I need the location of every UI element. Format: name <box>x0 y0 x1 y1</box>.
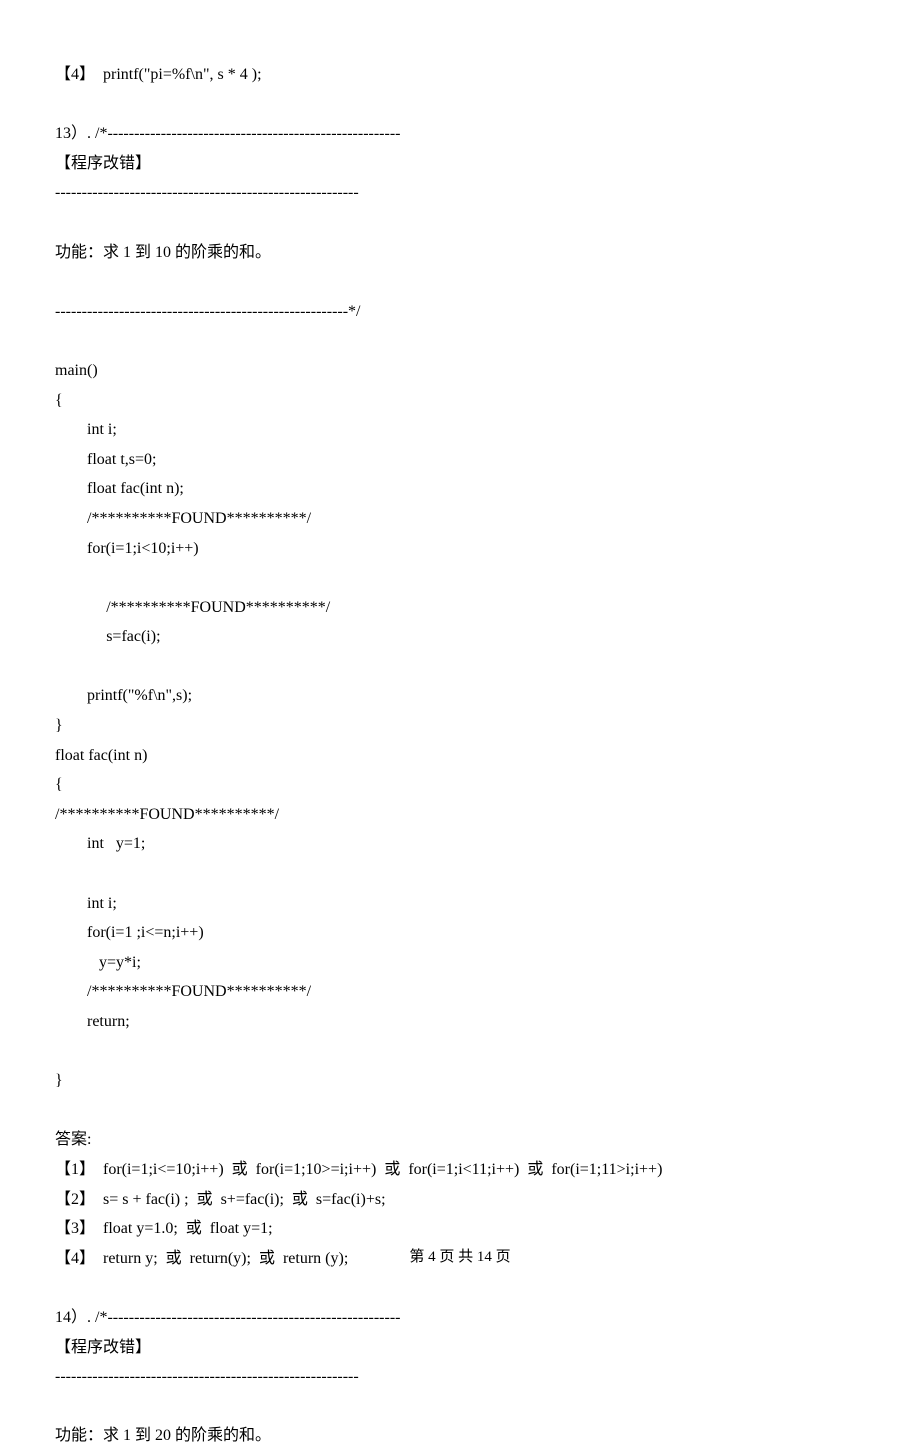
text-line: /**********FOUND**********/ <box>55 593 865 623</box>
text-line: 功能：求 1 到 10 的阶乘的和。 <box>55 238 865 268</box>
blank-line <box>55 1392 865 1422</box>
text-line: 13）. /*---------------------------------… <box>55 119 865 149</box>
blank-line <box>55 90 865 120</box>
text-line: 【4】 printf("pi=%f\n", s * 4 ); <box>55 60 865 90</box>
blank-line <box>55 1096 865 1126</box>
page-footer: 第 4 页 共 14 页 <box>0 1244 920 1272</box>
text-line: int y=1; <box>55 829 865 859</box>
text-line: 功能：求 1 到 20 的阶乘的和。 <box>55 1421 865 1451</box>
text-line: y=y*i; <box>55 948 865 978</box>
blank-line <box>55 652 865 682</box>
text-line: } <box>55 1066 865 1096</box>
text-line: ----------------------------------------… <box>55 1362 865 1392</box>
text-line: main() <box>55 356 865 386</box>
text-line: 【3】 float y=1.0; 或 float y=1; <box>55 1214 865 1244</box>
text-line: 答案: <box>55 1125 865 1155</box>
blank-line <box>55 326 865 356</box>
text-line: s=fac(i); <box>55 622 865 652</box>
text-line: 【2】 s= s + fac(i) ; 或 s+=fac(i); 或 s=fac… <box>55 1185 865 1215</box>
document-content: 【4】 printf("pi=%f\n", s * 4 ); 13）. /*---… <box>55 60 865 1451</box>
text-line: ----------------------------------------… <box>55 297 865 327</box>
text-line: return; <box>55 1007 865 1037</box>
text-line: 【程序改错】 <box>55 149 865 179</box>
text-line: for(i=1;i<10;i++) <box>55 534 865 564</box>
text-line: int i; <box>55 889 865 919</box>
text-line: float t,s=0; <box>55 445 865 475</box>
text-line: float fac(int n); <box>55 474 865 504</box>
blank-line <box>55 563 865 593</box>
text-line: printf("%f\n",s); <box>55 681 865 711</box>
text-line: 【1】 for(i=1;i<=10;i++) 或 for(i=1;10>=i;i… <box>55 1155 865 1185</box>
text-line: 14）. /*---------------------------------… <box>55 1303 865 1333</box>
blank-line <box>55 1273 865 1303</box>
blank-line <box>55 208 865 238</box>
text-line: float fac(int n) <box>55 741 865 771</box>
text-line: /**********FOUND**********/ <box>55 504 865 534</box>
blank-line <box>55 1037 865 1067</box>
text-line: 【程序改错】 <box>55 1333 865 1363</box>
text-line: ----------------------------------------… <box>55 178 865 208</box>
blank-line <box>55 859 865 889</box>
text-line: } <box>55 711 865 741</box>
text-line: /**********FOUND**********/ <box>55 977 865 1007</box>
text-line: for(i=1 ;i<=n;i++) <box>55 918 865 948</box>
text-line: { <box>55 770 865 800</box>
text-line: { <box>55 386 865 416</box>
text-line: int i; <box>55 415 865 445</box>
blank-line <box>55 267 865 297</box>
text-line: /**********FOUND**********/ <box>55 800 865 830</box>
